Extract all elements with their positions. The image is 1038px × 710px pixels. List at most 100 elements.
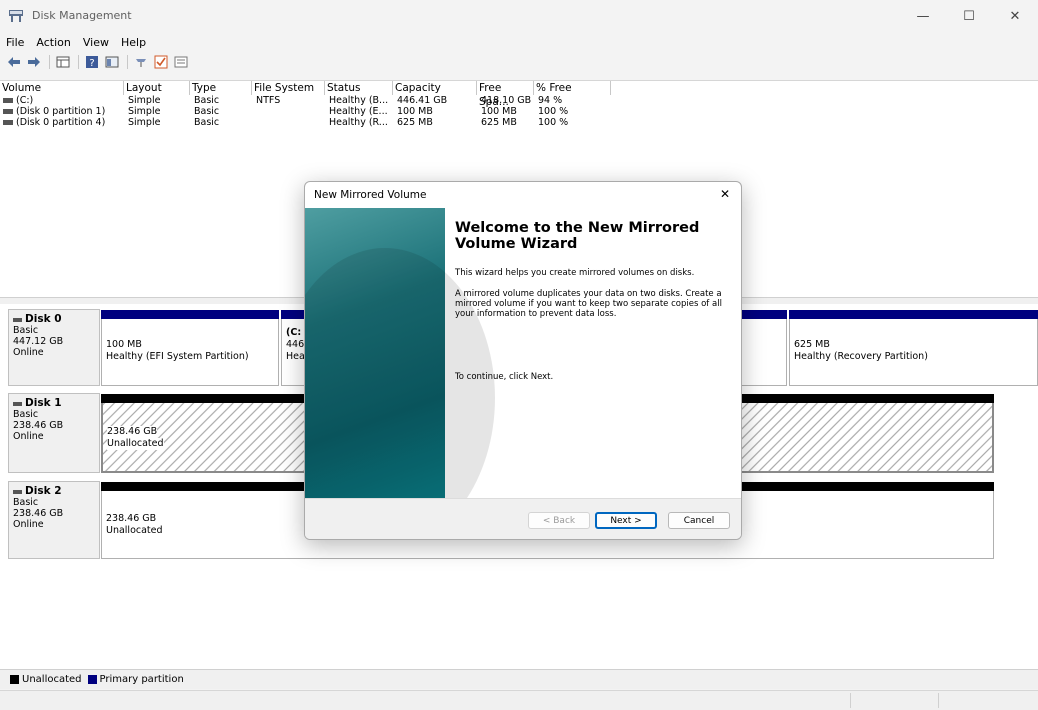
disk-state: Online <box>13 519 44 530</box>
minimize-button[interactable]: — <box>900 0 946 32</box>
menu-bar: File Action View Help <box>0 34 152 52</box>
cell-free-space: 418.10 GB <box>481 95 532 106</box>
list-view-icon[interactable] <box>172 54 190 70</box>
maximize-button[interactable]: ☐ <box>946 0 992 32</box>
column-header-capacity[interactable]: Capacity <box>393 81 477 95</box>
cell-percent-free: 94 % <box>538 95 563 106</box>
table-row[interactable]: (Disk 0 partition 1) Simple Basic Health… <box>0 106 611 117</box>
cell-type: Basic <box>194 95 220 106</box>
column-header-status[interactable]: Status <box>325 81 393 95</box>
cell-percent-free: 100 % <box>538 117 569 128</box>
disk-state: Online <box>13 347 44 358</box>
cell-type: Basic <box>194 117 220 128</box>
drive-icon <box>3 109 13 114</box>
cell-file-system: NTFS <box>256 95 281 106</box>
cell-volume: (Disk 0 partition 1) <box>16 106 106 117</box>
partition-efi[interactable]: 100 MB Healthy (EFI System Partition) <box>101 310 279 386</box>
legend: Unallocated Primary partition <box>0 669 1038 689</box>
cell-layout: Simple <box>128 95 161 106</box>
toolbar-separator <box>127 55 128 69</box>
legend-swatch-primary <box>87 675 97 684</box>
cell-capacity: 625 MB <box>397 117 433 128</box>
cell-free-space: 625 MB <box>481 117 517 128</box>
pin-icon[interactable] <box>132 54 150 70</box>
disk-icon <box>13 318 22 322</box>
cell-layout: Simple <box>128 117 161 128</box>
partition-size: 625 MB <box>794 339 830 350</box>
partition-status: Healthy (Recovery Partition) <box>794 351 928 362</box>
toolbar-separator <box>78 55 79 69</box>
title-bar: Disk Management — ☐ ✕ <box>0 0 1038 32</box>
toolbar-separator <box>49 55 50 69</box>
cell-layout: Simple <box>128 106 161 117</box>
region-size: 238.46 GB <box>107 426 158 438</box>
wizard-description-text: A mirrored volume duplicates your data o… <box>455 289 722 319</box>
toolbar: ? <box>0 53 192 71</box>
disk-name: Disk 2 <box>25 485 62 497</box>
wizard-heading: Welcome to the New Mirrored Volume Wizar… <box>455 220 700 252</box>
cell-type: Basic <box>194 106 220 117</box>
cell-capacity: 446.41 GB <box>397 95 448 106</box>
wizard-intro-text: This wizard helps you create mirrored vo… <box>455 268 695 278</box>
cell-capacity: 100 MB <box>397 106 433 117</box>
cell-free-space: 100 MB <box>481 106 517 117</box>
region-label: Unallocated <box>107 438 164 450</box>
partition-recovery[interactable]: 625 MB Healthy (Recovery Partition) <box>789 310 1038 386</box>
column-header-free-space[interactable]: Free Spa... <box>477 81 534 108</box>
disk-state: Online <box>13 431 44 442</box>
column-header-layout[interactable]: Layout <box>124 81 190 95</box>
legend-unallocated: Unallocated <box>22 674 82 685</box>
cell-status: Healthy (B... <box>329 95 389 106</box>
column-header-volume[interactable]: Volume <box>0 81 124 95</box>
cell-status: Healthy (E... <box>329 106 388 117</box>
legend-swatch-unallocated <box>10 675 19 684</box>
back-button[interactable]: < Back <box>528 512 590 529</box>
disk-icon <box>13 490 22 494</box>
table-row[interactable]: (C:) Simple Basic NTFS Healthy (B... 446… <box>0 95 611 106</box>
primary-partition-bar <box>101 310 279 319</box>
disk-0-label[interactable]: Disk 0 Basic 447.12 GB Online <box>8 309 100 386</box>
menu-action[interactable]: Action <box>30 34 76 52</box>
next-button[interactable]: Next > <box>595 512 657 529</box>
disk-type: Basic <box>13 409 39 420</box>
disk-size: 238.46 GB <box>13 420 64 431</box>
column-header-percent-free[interactable]: % Free <box>534 81 611 95</box>
disk-type: Basic <box>13 497 39 508</box>
primary-partition-bar <box>789 310 1038 319</box>
status-bar <box>0 690 1038 710</box>
disk-size: 238.46 GB <box>13 508 64 519</box>
checklist-icon[interactable] <box>152 54 170 70</box>
cancel-button[interactable]: Cancel <box>668 512 730 529</box>
drive-icon <box>3 98 13 103</box>
help-icon[interactable]: ? <box>83 54 101 70</box>
menu-file[interactable]: File <box>0 34 30 52</box>
partition-size: 100 MB <box>106 339 142 350</box>
disk-icon <box>13 402 22 406</box>
legend-primary: Primary partition <box>99 674 184 685</box>
cell-volume: (C:) <box>16 95 34 106</box>
column-header-file-system[interactable]: File System <box>252 81 325 95</box>
window-title: Disk Management <box>32 9 132 22</box>
disk-size: 447.12 GB <box>13 336 64 347</box>
cell-status: Healthy (R... <box>329 117 388 128</box>
menu-view[interactable]: View <box>77 34 115 52</box>
console-icon[interactable] <box>103 54 121 70</box>
dialog-close-icon[interactable]: ✕ <box>713 184 737 204</box>
disk-1-label[interactable]: Disk 1 Basic 238.46 GB Online <box>8 393 100 473</box>
disk-name: Disk 0 <box>25 313 62 325</box>
properties-grid-icon[interactable] <box>54 54 72 70</box>
disk-2-label[interactable]: Disk 2 Basic 238.46 GB Online <box>8 481 100 559</box>
back-arrow-icon[interactable] <box>5 54 23 70</box>
column-header-type[interactable]: Type <box>190 81 252 95</box>
close-button[interactable]: ✕ <box>992 0 1038 32</box>
forward-arrow-icon[interactable] <box>25 54 43 70</box>
cell-volume: (Disk 0 partition 4) <box>16 117 106 128</box>
table-row[interactable]: (Disk 0 partition 4) Simple Basic Health… <box>0 117 611 128</box>
menu-help[interactable]: Help <box>115 34 152 52</box>
svg-text:?: ? <box>89 58 94 69</box>
disk-name: Disk 1 <box>25 397 62 409</box>
wizard-banner-image <box>305 208 495 539</box>
cell-percent-free: 100 % <box>538 106 569 117</box>
drive-icon <box>3 120 13 125</box>
disk-type: Basic <box>13 325 39 336</box>
